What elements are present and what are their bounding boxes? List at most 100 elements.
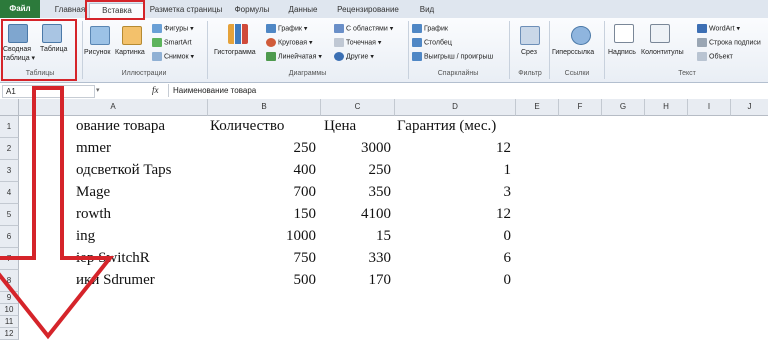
tab-formulas[interactable]: Формулы: [228, 3, 276, 17]
pie-chart-label: Круговая ▾: [278, 39, 313, 47]
warranty-cell[interactable]: 12: [395, 138, 511, 159]
textbox-button[interactable]: Надпись: [608, 48, 636, 57]
header-cell-price[interactable]: Цена: [324, 116, 392, 137]
price-cell[interactable]: 4100: [321, 204, 391, 225]
quantity-cell[interactable]: 700: [208, 182, 317, 203]
picture-button[interactable]: Рисунок: [84, 48, 110, 57]
header-footer-button[interactable]: Колонтитулы: [641, 48, 684, 57]
sparkline-winloss-button[interactable]: Выигрыш / проигрыш: [412, 52, 493, 61]
shapes-button[interactable]: Фигуры ▾: [152, 24, 194, 33]
tab-review[interactable]: Рецензирование: [330, 3, 406, 17]
header-cell-warranty[interactable]: Гарантия (мес.): [397, 116, 513, 137]
scatter-chart-label: Точечная ▾: [346, 39, 382, 47]
hyperlink-button[interactable]: Гиперссылка: [552, 48, 594, 57]
screenshot-icon: [152, 52, 162, 61]
group-label-sparklines: Спарклайны: [437, 70, 479, 77]
price-cell[interactable]: 15: [321, 226, 391, 247]
column-header-d[interactable]: D: [395, 99, 516, 116]
down-arrow-annotation: [0, 86, 115, 340]
group-separator: [207, 21, 208, 79]
warranty-cell[interactable]: 0: [395, 270, 512, 291]
quantity-cell[interactable]: 750: [208, 248, 317, 269]
smartart-label: SmartArt: [164, 39, 192, 47]
tab-page-layout[interactable]: Разметка страницы: [145, 3, 227, 17]
object-label: Объект: [709, 53, 733, 61]
histogram-button[interactable]: Гистограмма: [214, 48, 256, 57]
smartart-button[interactable]: SmartArt: [152, 38, 192, 47]
column-header-j[interactable]: J: [731, 99, 768, 116]
group-label-illustrations: Иллюстрации: [121, 70, 167, 77]
line-chart-label: График ▾: [278, 25, 308, 33]
sparkline-column-button[interactable]: Столбец: [412, 38, 452, 47]
sparkline-line-icon: [412, 24, 422, 33]
ribbon: Сводная таблица ▾ Таблица Таблицы Рисуно…: [0, 18, 768, 83]
insert-tab-highlight: [85, 0, 145, 20]
tables-group-highlight: [1, 19, 77, 81]
other-charts-icon: [334, 52, 344, 61]
slicer-button[interactable]: Срез: [521, 48, 537, 57]
group-separator: [82, 21, 83, 79]
pie-chart-button[interactable]: Круговая ▾: [266, 38, 312, 47]
quantity-cell[interactable]: 500: [208, 270, 317, 291]
price-cell[interactable]: 250: [321, 160, 392, 181]
other-charts-label: Другие ▾: [346, 53, 374, 61]
column-header-c[interactable]: C: [321, 99, 395, 116]
group-separator: [549, 21, 550, 79]
warranty-cell[interactable]: 6: [395, 248, 512, 269]
tab-file[interactable]: Файл: [0, 0, 40, 18]
scatter-chart-button[interactable]: Точечная ▾: [334, 38, 381, 47]
quantity-cell[interactable]: 400: [208, 160, 317, 181]
shapes-label: Фигуры ▾: [164, 25, 194, 33]
area-chart-button[interactable]: С областями ▾: [334, 24, 393, 33]
column-header-e[interactable]: E: [516, 99, 559, 116]
tab-view[interactable]: Вид: [413, 3, 441, 17]
sparkline-winloss-icon: [412, 52, 422, 61]
signature-line-button[interactable]: Строка подписи: [697, 38, 761, 47]
slicer-icon: [520, 26, 540, 45]
tab-home[interactable]: Главная: [50, 3, 90, 17]
object-button[interactable]: Объект: [697, 52, 733, 61]
sparkline-winloss-label: Выигрыш / проигрыш: [424, 53, 494, 61]
formula-input[interactable]: Наименование товара: [168, 84, 768, 97]
sparkline-column-label: Столбец: [424, 39, 452, 47]
bar-chart-button[interactable]: Линейчатая ▾: [266, 52, 322, 61]
column-header-h[interactable]: H: [645, 99, 688, 116]
other-charts-button[interactable]: Другие ▾: [334, 52, 374, 61]
hyperlink-icon: [571, 26, 591, 45]
clipart-icon: [122, 26, 142, 45]
wordart-button[interactable]: WordArt ▾: [697, 24, 740, 33]
object-icon: [697, 52, 707, 61]
line-chart-button[interactable]: График ▾: [266, 24, 307, 33]
group-label-text: Текст: [678, 70, 696, 77]
price-cell[interactable]: 330: [321, 248, 392, 269]
screenshot-button[interactable]: Снимок ▾: [152, 52, 194, 61]
tab-data[interactable]: Данные: [283, 3, 323, 17]
column-header-g[interactable]: G: [602, 99, 645, 116]
warranty-cell[interactable]: 1: [395, 160, 512, 181]
scatter-chart-icon: [334, 38, 344, 47]
clipart-button[interactable]: Картинка: [115, 48, 145, 57]
wordart-icon: [697, 24, 707, 33]
price-cell[interactable]: 3000: [321, 138, 391, 159]
quantity-cell[interactable]: 1000: [208, 226, 316, 247]
quantity-cell[interactable]: 150: [208, 204, 317, 225]
warranty-cell[interactable]: 3: [395, 182, 512, 203]
line-chart-icon: [266, 24, 276, 33]
column-header-f[interactable]: F: [559, 99, 602, 116]
screenshot-label: Снимок ▾: [164, 53, 195, 61]
price-cell[interactable]: 170: [321, 270, 392, 291]
group-separator: [408, 21, 409, 79]
area-chart-icon: [334, 24, 344, 33]
header-footer-icon: [650, 24, 670, 43]
warranty-cell[interactable]: 0: [395, 226, 512, 247]
signature-line-label: Строка подписи: [709, 39, 761, 47]
column-header-i[interactable]: I: [688, 99, 731, 116]
textbox-icon: [614, 24, 634, 43]
sparkline-line-button[interactable]: График: [412, 24, 448, 33]
price-cell[interactable]: 350: [321, 182, 392, 203]
warranty-cell[interactable]: 12: [395, 204, 511, 225]
quantity-cell[interactable]: 250: [208, 138, 317, 159]
column-header-b[interactable]: B: [208, 99, 321, 116]
insert-function-icon[interactable]: fx: [152, 84, 159, 97]
header-cell-quantity[interactable]: Количество: [210, 116, 318, 137]
